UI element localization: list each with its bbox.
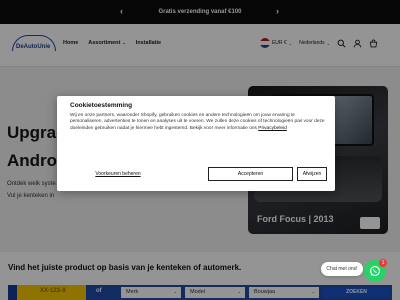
whatsapp-icon — [370, 266, 380, 276]
cookie-dialog-body: Wij en onze partners, waaronder Shopify,… — [70, 113, 326, 132]
cookie-consent-dialog: Cookietoestemming Wij en onze partners, … — [57, 96, 335, 191]
accept-cookies-button[interactable]: Accepteren — [208, 167, 293, 181]
cookie-dialog-title: Cookietoestemming — [70, 102, 133, 109]
manage-preferences-button[interactable]: Voorkeuren beheren — [85, 167, 151, 181]
unread-badge: 1 — [379, 259, 387, 267]
decline-cookies-button[interactable]: Afwijzen — [297, 167, 327, 181]
cookie-dialog-actions: Voorkeuren beheren Accepteren Afwijzen — [57, 167, 335, 181]
chat-label[interactable]: Chat met ons! — [321, 262, 363, 276]
privacy-policy-link[interactable]: Privacybeleid — [258, 126, 287, 131]
whatsapp-chat-button[interactable]: 1 — [364, 259, 387, 282]
